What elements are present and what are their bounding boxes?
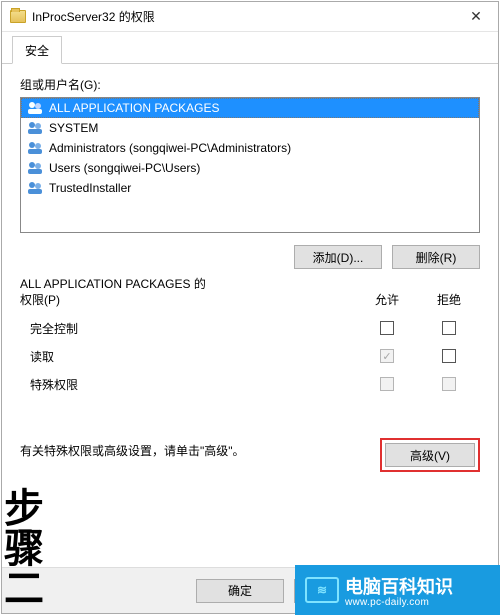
allow-column-header: 允许 xyxy=(356,291,418,308)
close-button[interactable]: ✕ xyxy=(454,2,498,32)
banner-title: 电脑百科知识 xyxy=(345,577,453,597)
permissions-title-line2: 权限(P) xyxy=(20,293,356,309)
group-icon xyxy=(27,180,43,196)
permission-row: 读取 xyxy=(20,342,480,370)
list-item[interactable]: ALL APPLICATION PACKAGES xyxy=(21,98,479,118)
advanced-button[interactable]: 高级(V) xyxy=(385,443,475,467)
list-item-label: SYSTEM xyxy=(49,121,98,135)
permissions-title-line1: ALL APPLICATION PACKAGES 的 xyxy=(20,277,356,293)
permission-name: 完全控制 xyxy=(20,320,356,337)
group-icon xyxy=(27,100,43,116)
allow-checkbox xyxy=(380,377,394,391)
monitor-icon: ≋ xyxy=(305,577,339,603)
dialog-window: InProcServer32 的权限 ✕ 安全 组或用户名(G): ALL AP… xyxy=(1,1,499,614)
deny-checkbox[interactable] xyxy=(442,349,456,363)
tab-strip: 安全 xyxy=(2,36,498,64)
watermark-banner: ≋ 电脑百科知识 www.pc-daily.com xyxy=(295,565,500,615)
permission-row: 完全控制 xyxy=(20,314,480,342)
list-item[interactable]: Users (songqiwei-PC\Users) xyxy=(21,158,479,178)
group-icon xyxy=(27,120,43,136)
folder-icon xyxy=(10,10,26,23)
deny-column-header: 拒绝 xyxy=(418,291,480,308)
list-item-label: TrustedInstaller xyxy=(49,181,131,195)
footer-note-row: 有关特殊权限或高级设置，请单击"高级"。 高级(V) xyxy=(20,438,480,472)
banner-url: www.pc-daily.com xyxy=(345,597,453,608)
group-icon xyxy=(27,160,43,176)
deny-checkbox xyxy=(442,377,456,391)
permissions-header: ALL APPLICATION PACKAGES 的 权限(P) 允许 拒绝 xyxy=(20,277,480,308)
permission-row: 特殊权限 xyxy=(20,370,480,398)
list-item-label: Administrators (songqiwei-PC\Administrat… xyxy=(49,141,291,155)
tab-security[interactable]: 安全 xyxy=(12,36,62,64)
list-item[interactable]: Administrators (songqiwei-PC\Administrat… xyxy=(21,138,479,158)
permissions-table: 完全控制 读取 特殊权限 xyxy=(20,314,480,398)
group-icon xyxy=(27,140,43,156)
banner-text-wrap: 电脑百科知识 www.pc-daily.com xyxy=(345,573,453,608)
users-listbox[interactable]: ALL APPLICATION PACKAGES SYSTEM Administ… xyxy=(20,97,480,233)
deny-checkbox[interactable] xyxy=(442,321,456,335)
groups-label: 组或用户名(G): xyxy=(20,76,480,93)
list-item-label: Users (songqiwei-PC\Users) xyxy=(49,161,200,175)
permission-name: 特殊权限 xyxy=(20,376,356,393)
titlebar[interactable]: InProcServer32 的权限 ✕ xyxy=(2,2,498,32)
remove-button[interactable]: 删除(R) xyxy=(392,245,480,269)
list-item[interactable]: TrustedInstaller xyxy=(21,178,479,198)
window-title: InProcServer32 的权限 xyxy=(32,8,454,25)
advanced-button-highlight: 高级(V) xyxy=(380,438,480,472)
tab-content: 组或用户名(G): ALL APPLICATION PACKAGES SYSTE… xyxy=(2,64,498,567)
allow-checkbox[interactable] xyxy=(380,321,394,335)
permission-name: 读取 xyxy=(20,348,356,365)
list-item[interactable]: SYSTEM xyxy=(21,118,479,138)
permissions-title: ALL APPLICATION PACKAGES 的 权限(P) xyxy=(20,277,356,308)
add-button[interactable]: 添加(D)... xyxy=(294,245,382,269)
user-buttons-row: 添加(D)... 删除(R) xyxy=(20,245,480,269)
allow-checkbox xyxy=(380,349,394,363)
ok-button[interactable]: 确定 xyxy=(196,579,284,603)
footer-note-text: 有关特殊权限或高级设置，请单击"高级"。 xyxy=(20,438,380,459)
list-item-label: ALL APPLICATION PACKAGES xyxy=(49,101,220,115)
